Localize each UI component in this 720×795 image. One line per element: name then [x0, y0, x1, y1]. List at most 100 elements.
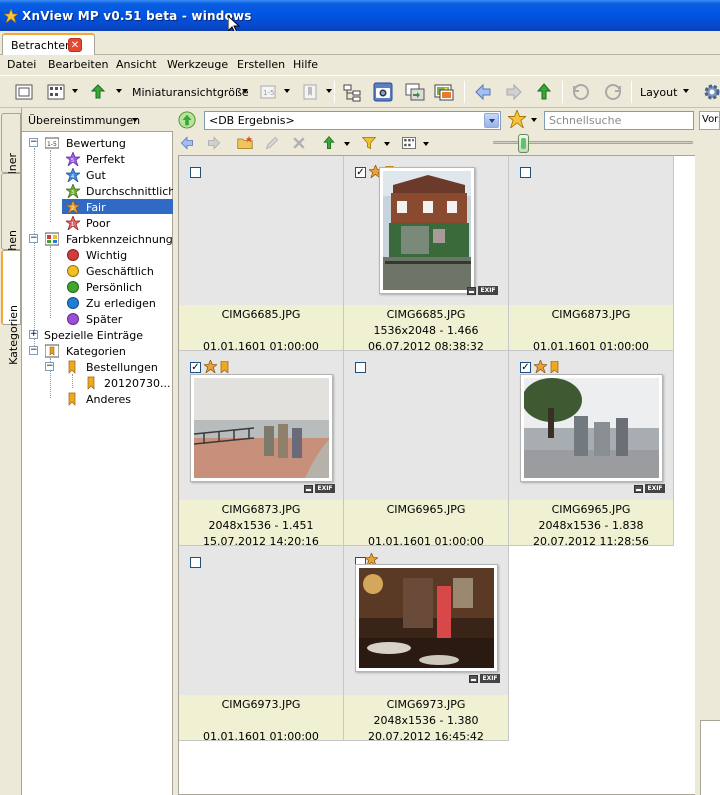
match-filter-dropdown-arrow[interactable] — [132, 118, 138, 122]
filter-dropdown-arrow[interactable] — [384, 142, 390, 146]
menu-bearbeiten[interactable]: Bearbeiten — [48, 58, 108, 71]
bookmark-icon[interactable] — [300, 82, 320, 102]
tree-item-zu-erledigen[interactable]: Zu erledigen — [66, 295, 166, 311]
refresh-icon[interactable] — [88, 82, 108, 102]
bookmark-dropdown-arrow[interactable] — [326, 89, 332, 93]
rating-1-5-icon[interactable]: 1-5 — [258, 82, 278, 102]
back-arrow-icon[interactable] — [473, 82, 493, 102]
tree-item-anderes[interactable]: Anderes — [64, 391, 164, 407]
menu-hilfe[interactable]: Hilfe — [293, 58, 318, 71]
settings-gear-icon[interactable] — [702, 82, 720, 102]
thumbnail-grid-dropdown-arrow[interactable] — [423, 142, 429, 146]
collapse-toggle[interactable]: − — [29, 234, 38, 243]
view-mode-dropdown-arrow[interactable] — [72, 89, 78, 93]
tab-ordner[interactable]: Ordner — [1, 113, 21, 191]
refresh-dropdown-arrow[interactable] — [116, 89, 122, 93]
select-checkbox[interactable] — [355, 362, 366, 373]
select-checkbox[interactable]: ✓ — [355, 167, 366, 178]
select-checkbox[interactable] — [520, 167, 531, 178]
menu-ansicht[interactable]: Ansicht — [116, 58, 157, 71]
layout-dropdown-arrow[interactable] — [683, 89, 689, 93]
rotate-right-icon[interactable] — [603, 82, 623, 102]
delete-icon[interactable] — [291, 135, 307, 151]
camera-import-icon[interactable] — [373, 82, 393, 102]
tab-lesezeichen[interactable]: Lesezeichen — [1, 173, 21, 298]
thumbnail-size-label[interactable]: Miniaturansichtgröße — [132, 86, 249, 99]
go-up-icon[interactable] — [178, 111, 196, 129]
title-bar[interactable]: XnView MP v0.51 beta - windows — [0, 0, 720, 34]
tree-node-farbkennzeichnung[interactable]: − Farbkennzeichnung — [28, 231, 173, 247]
tree-item-poor[interactable]: 1 Poor — [66, 215, 166, 231]
sort-dropdown-arrow[interactable] — [344, 142, 350, 146]
thumbnail-cell[interactable]: ✓ EXIF CIMG6873.JPG 2048x1536 - 1.451 15… — [179, 351, 344, 548]
thumbnail-cell[interactable]: ✓ EXIF CIMG6965.JPG 2048x1536 - 1.838 20… — [509, 351, 674, 548]
back-arrow-icon[interactable] — [179, 135, 195, 151]
menu-datei[interactable]: Datei — [7, 58, 36, 71]
thumbnail-cell[interactable]: CIMG6685.JPG 01.01.1601 01:00:00 — [179, 156, 344, 353]
quick-search-input[interactable] — [544, 111, 694, 130]
photo-image — [194, 378, 329, 478]
parent-folder-icon[interactable] — [534, 82, 554, 102]
thumbnail-grid-icon[interactable] — [401, 135, 417, 151]
select-checkbox[interactable]: ✓ — [190, 362, 201, 373]
forward-arrow-icon[interactable] — [504, 82, 524, 102]
tree-node-kategorien[interactable]: − Kategorien — [28, 343, 168, 359]
menu-werkzeuge[interactable]: Werkzeuge — [167, 58, 228, 71]
fullscreen-icon[interactable] — [14, 82, 34, 102]
tree-item-persoenlich[interactable]: Persönlich — [66, 279, 166, 295]
thumbnail-size-dropdown-arrow[interactable] — [242, 89, 248, 93]
tab-betrachter[interactable]: Betrachter ✕ — [2, 33, 95, 56]
rotate-left-icon[interactable] — [571, 82, 591, 102]
favorites-dropdown-arrow[interactable] — [531, 118, 537, 122]
thumbnail-info: CIMG6965.JPG 01.01.1601 01:00:00 — [344, 500, 508, 548]
thumbnail-cell[interactable]: CIMG6873.JPG 01.01.1601 01:00:00 — [509, 156, 674, 353]
match-filter-header[interactable]: Übereinstimmungen — [22, 108, 173, 132]
thumbnail-cell[interactable]: ✓ EXIF CIMG6685.JPG 1536x2048 - 1.466 06… — [344, 156, 509, 353]
path-dropdown-button[interactable] — [484, 113, 499, 128]
thumbnail-cell[interactable]: CIMG6965.JPG 01.01.1601 01:00:00 — [344, 351, 509, 548]
photo-image — [359, 568, 494, 668]
collapse-toggle[interactable]: − — [29, 346, 38, 355]
toolbar-separator — [334, 81, 335, 103]
zoom-slider-thumb[interactable] — [517, 134, 529, 153]
tree-node-bewertung[interactable]: − 1-5 Bewertung — [28, 135, 168, 151]
tree-item-bestellungen[interactable]: − Bestellungen — [44, 359, 169, 375]
exif-badge: EXIF — [480, 674, 500, 683]
tree-item-gut[interactable]: 4 Gut — [66, 167, 166, 183]
tree-item-fair[interactable]: 2 Fair — [62, 199, 175, 215]
menu-erstellen[interactable]: Erstellen — [237, 58, 285, 71]
tree-item-label: Perfekt — [86, 153, 125, 166]
slideshow-icon[interactable] — [434, 82, 454, 102]
layout-menu-button[interactable]: Layout — [640, 86, 677, 99]
forward-arrow-icon[interactable] — [206, 135, 222, 151]
tree-item-perfekt[interactable]: 5 Perfekt — [66, 151, 166, 167]
batch-convert-icon[interactable] — [405, 82, 425, 102]
new-folder-icon[interactable] — [237, 135, 253, 151]
tree-item-durchschnittlich[interactable]: 3 Durchschnittlich — [66, 183, 176, 199]
path-combo[interactable]: <DB Ergebnis> — [204, 111, 501, 130]
tab-preview[interactable]: Vors — [699, 111, 720, 130]
star-green-icon: 3 — [66, 184, 80, 198]
rename-icon[interactable] — [264, 135, 280, 151]
sort-icon[interactable] — [321, 135, 337, 151]
rating-dropdown-arrow[interactable] — [284, 89, 290, 93]
favorites-star-icon[interactable] — [508, 110, 526, 128]
thumbnail-cell[interactable]: EXIF CIMG6973.JPG 2048x1536 - 1.380 20.0… — [344, 546, 509, 743]
expand-toggle[interactable]: + — [29, 330, 38, 339]
tree-node-spezielle-eintraege[interactable]: + Spezielle Einträge — [28, 327, 168, 343]
select-checkbox[interactable]: ✓ — [520, 362, 531, 373]
tree-item-wichtig[interactable]: Wichtig — [66, 247, 166, 263]
filter-funnel-icon[interactable] — [361, 135, 377, 151]
tree-item-spaeter[interactable]: Später — [66, 311, 166, 327]
select-checkbox[interactable] — [190, 167, 201, 178]
tab-kategorien[interactable]: Kategorien — [1, 250, 21, 365]
select-checkbox[interactable] — [190, 557, 201, 568]
collapse-toggle[interactable]: − — [45, 362, 54, 371]
thumbnail-cell[interactable]: CIMG6973.JPG 01.01.1601 01:00:00 — [179, 546, 344, 743]
close-icon[interactable]: ✕ — [68, 38, 82, 52]
tree-item-geschaeftlich[interactable]: Geschäftlich — [66, 263, 166, 279]
collapse-toggle[interactable]: − — [29, 138, 38, 147]
tree-item-20120730[interactable]: 20120730... — [84, 375, 172, 391]
view-mode-icon[interactable] — [46, 82, 66, 102]
folder-tree-icon[interactable] — [342, 82, 362, 102]
